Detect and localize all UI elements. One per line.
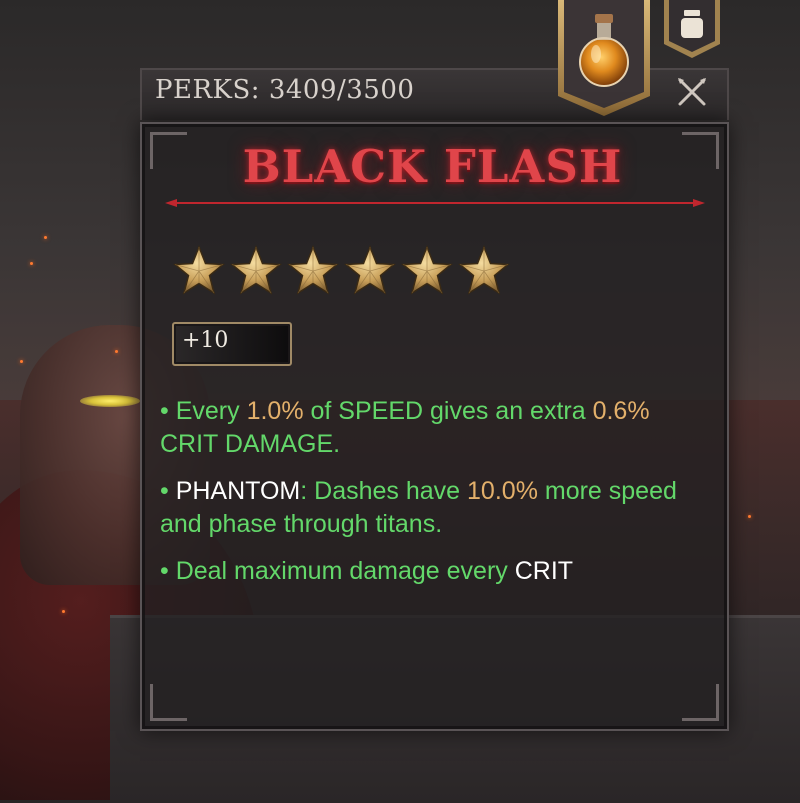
perks-value: 3409/3500: [268, 75, 415, 105]
perk-description-item: • Deal maximum damage every CRIT: [160, 555, 710, 588]
ember-particle: [30, 262, 33, 265]
ember-particle: [62, 610, 65, 613]
jar-tab[interactable]: [664, 0, 720, 58]
jar-icon: [664, 0, 720, 58]
perk-description-segment: •: [160, 477, 176, 505]
level-badge-text: +10: [182, 328, 229, 353]
star-icon: [457, 244, 511, 298]
star-icon: [229, 244, 283, 298]
perk-description-segment: • Every: [160, 397, 247, 425]
star-icon: [286, 244, 340, 298]
perk-description-segment: PHANTOM: [175, 477, 301, 505]
ember-particle: [115, 350, 118, 353]
perk-description-segment: of SPEED gives an extra: [303, 397, 593, 425]
ember-particle: [748, 515, 751, 518]
perk-description-segment: 10.0%: [467, 477, 538, 505]
star-rating: [172, 244, 517, 298]
perk-title: BLACK FLASH: [242, 140, 623, 193]
perk-description-segment: CRIT DAMAGE.: [160, 430, 341, 458]
perk-description-segment: : Dashes have: [300, 477, 468, 505]
potion-icon: [558, 0, 650, 116]
close-icon: [678, 78, 706, 106]
perk-description-item: • PHANTOM: Dashes have 10.0% more speed …: [160, 475, 710, 541]
panel-corner-ornament: [682, 684, 719, 721]
potion-tab[interactable]: [556, 0, 652, 118]
title-divider: [165, 199, 705, 207]
star-icon: [400, 244, 454, 298]
perk-description-segment: 0.6%: [592, 397, 650, 425]
star-icon: [343, 244, 397, 298]
perk-description-item: • Every 1.0% of SPEED gives an extra 0.6…: [160, 395, 710, 461]
panel-corner-ornament: [150, 684, 187, 721]
perks-label: PERKS:: [155, 75, 261, 105]
perk-description-segment: • Deal maximum damage every: [160, 557, 515, 585]
perk-description-segment: 1.0%: [246, 397, 304, 425]
close-button[interactable]: [676, 76, 708, 108]
perk-description-segment: CRIT: [514, 557, 574, 585]
ember-particle: [20, 360, 23, 363]
perks-counter: PERKS: 3409/3500: [155, 75, 414, 105]
ember-particle: [44, 236, 47, 239]
perk-description-list: • Every 1.0% of SPEED gives an extra 0.6…: [160, 395, 710, 602]
titan-glowing-eye: [80, 395, 140, 407]
star-icon: [172, 244, 226, 298]
